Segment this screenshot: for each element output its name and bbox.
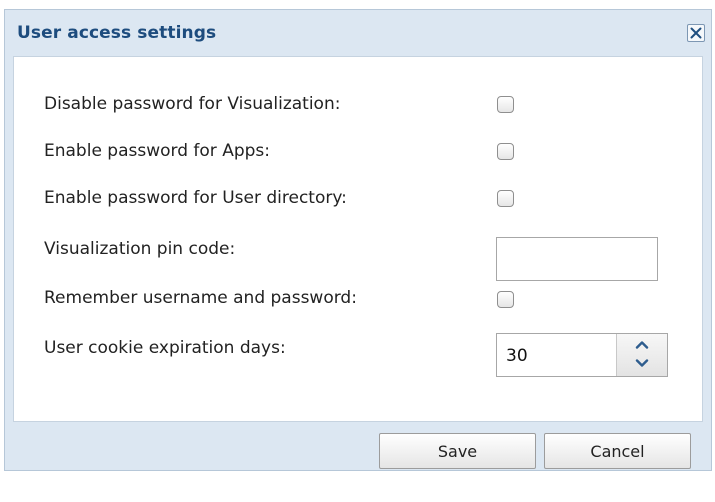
spinner-decrement-button[interactable] <box>617 355 667 376</box>
disable-password-visualization-label: Disable password for Visualization: <box>44 94 341 114</box>
spinner-increment-button[interactable] <box>617 334 667 355</box>
dialog-titlebar: User access settings <box>5 10 711 56</box>
spinner-buttons <box>616 334 667 376</box>
disable-password-visualization-checkbox[interactable] <box>497 96 514 113</box>
settings-form: Disable password for Visualization: Enab… <box>13 56 703 422</box>
close-button[interactable] <box>687 24 705 42</box>
save-button[interactable]: Save <box>379 433 536 469</box>
visualization-pin-code-input[interactable] <box>496 237 658 281</box>
enable-password-user-directory-label: Enable password for User directory: <box>44 188 347 208</box>
cookie-expiration-days-spinner[interactable]: 30 <box>496 333 668 377</box>
chevron-down-icon <box>635 359 649 367</box>
dialog-title: User access settings <box>17 23 217 43</box>
enable-password-apps-label: Enable password for Apps: <box>44 141 270 161</box>
remember-credentials-label: Remember username and password: <box>44 288 357 308</box>
cookie-expiration-days-value[interactable]: 30 <box>506 346 528 366</box>
cookie-expiration-days-label: User cookie expiration days: <box>44 338 286 358</box>
chevron-up-icon <box>635 341 649 349</box>
remember-credentials-checkbox[interactable] <box>497 291 514 308</box>
user-access-settings-dialog: User access settings Disable password fo… <box>4 9 712 471</box>
cancel-button[interactable]: Cancel <box>544 433 691 469</box>
enable-password-apps-checkbox[interactable] <box>497 143 514 160</box>
enable-password-user-directory-checkbox[interactable] <box>497 190 514 207</box>
visualization-pin-code-label: Visualization pin code: <box>44 239 236 259</box>
close-icon <box>690 27 702 39</box>
